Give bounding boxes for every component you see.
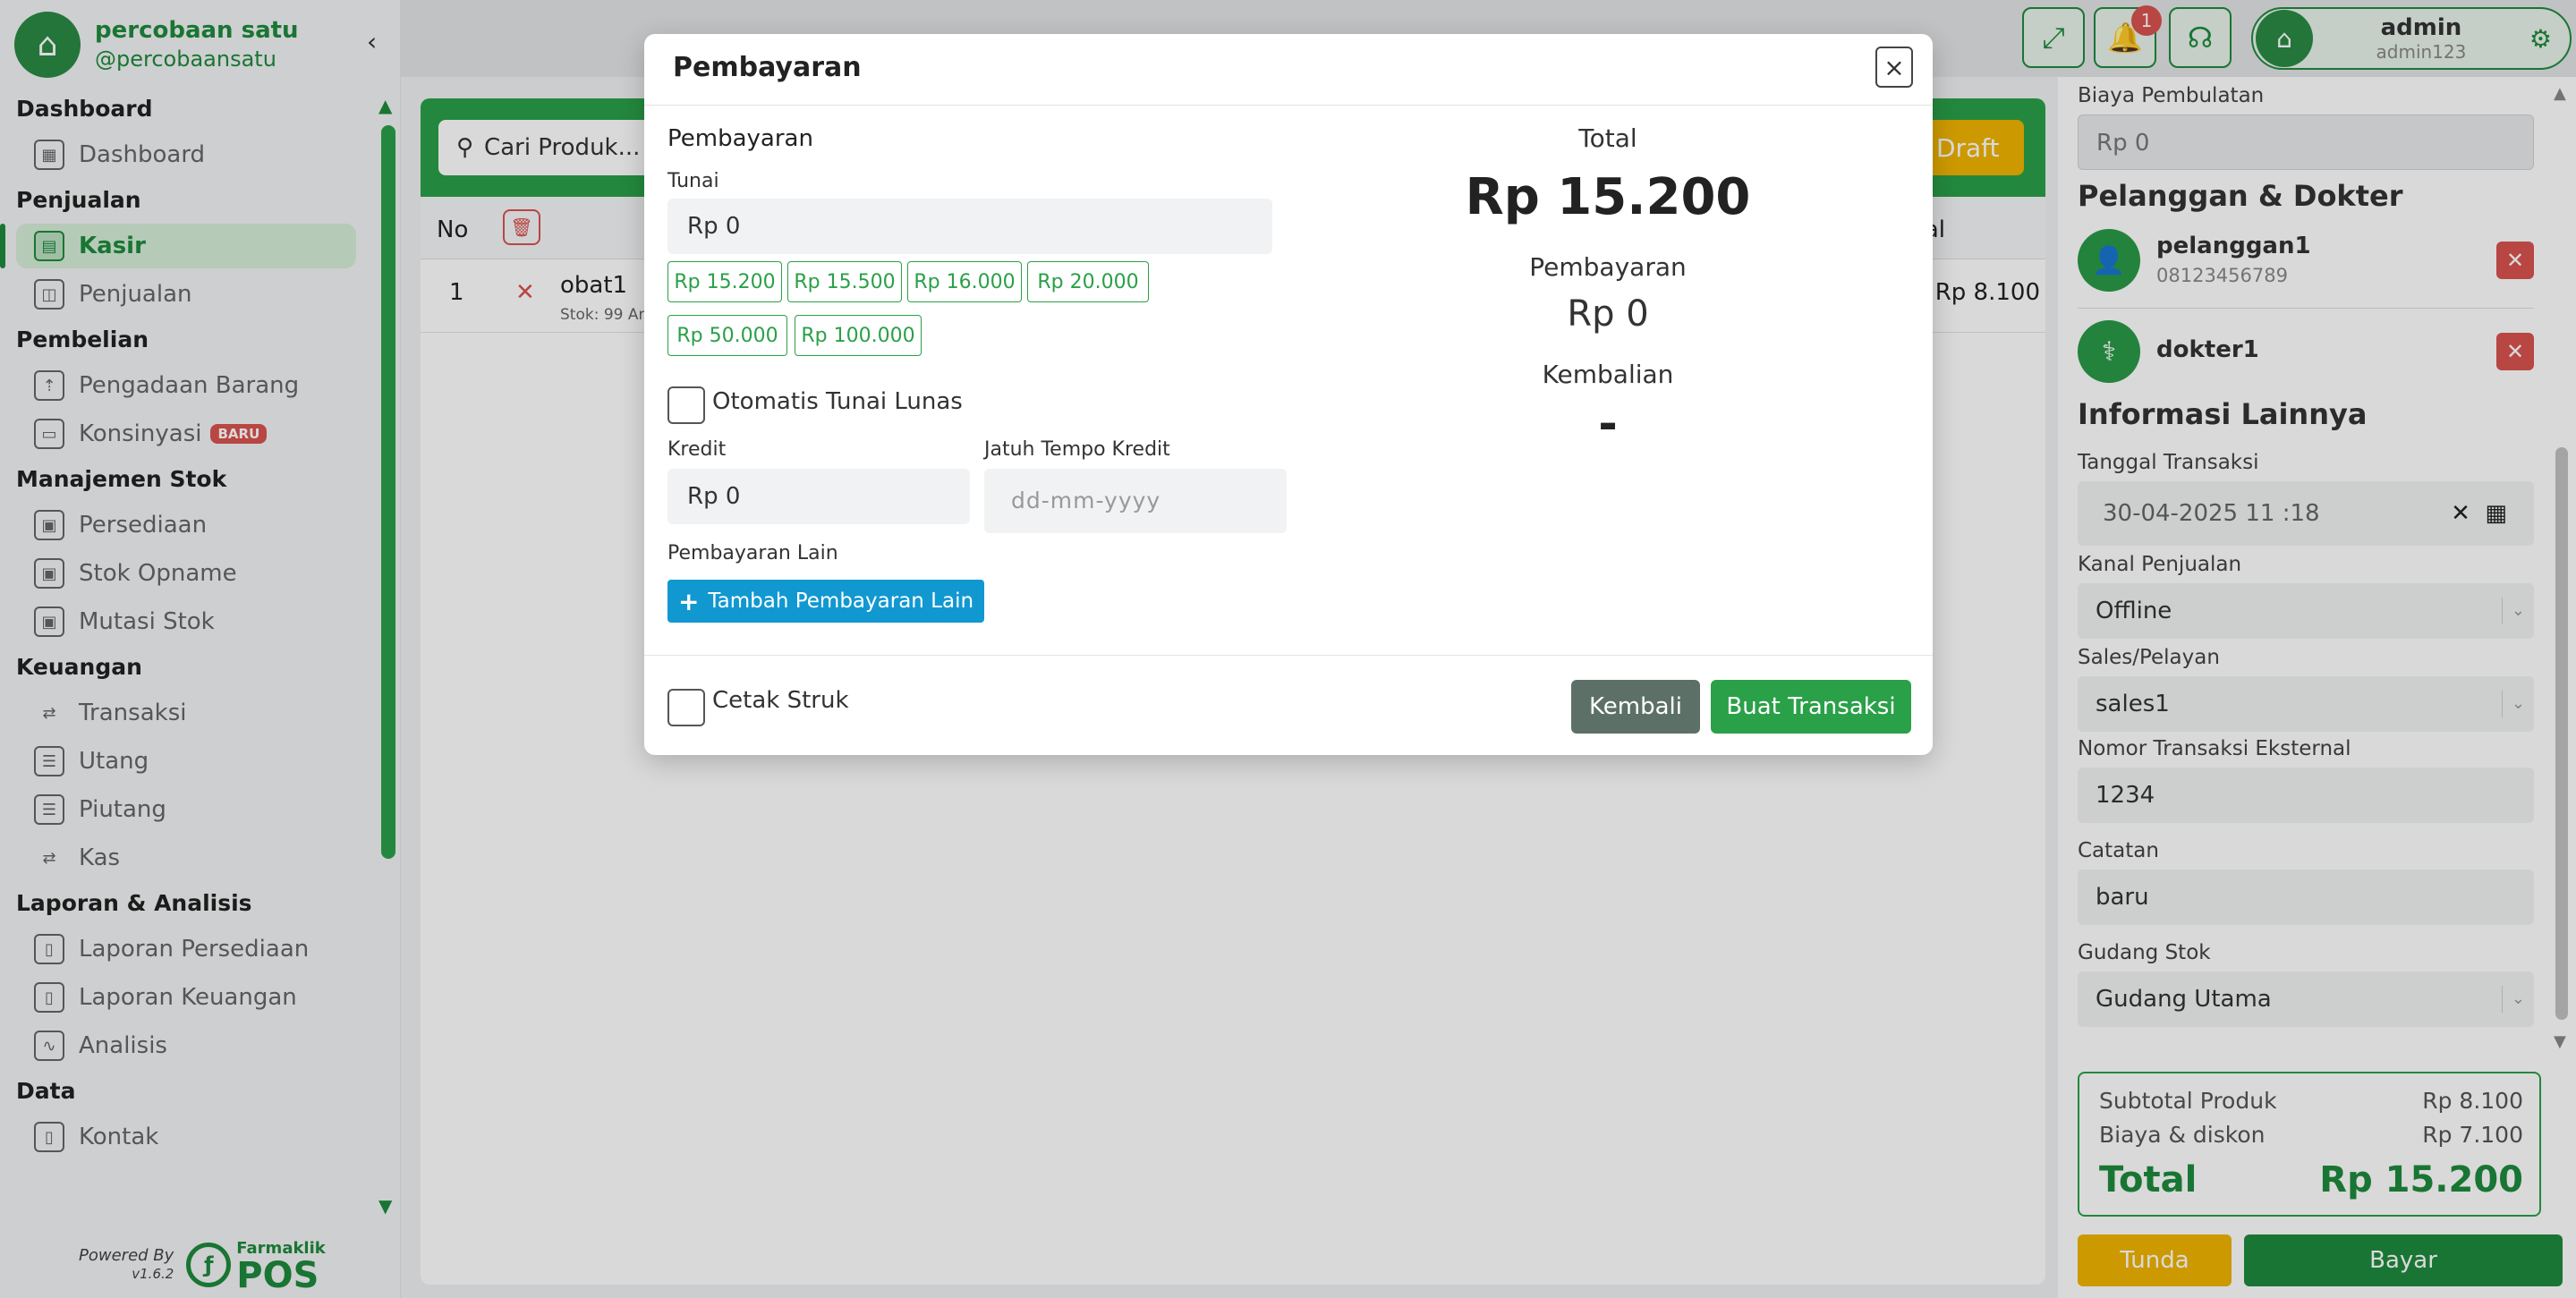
cetak-struk-label: Cetak Struk <box>712 687 849 714</box>
tunai-label: Tunai <box>667 170 719 192</box>
modal-title: Pembayaran <box>673 52 862 83</box>
summary-kembalian-value: - <box>1598 397 1618 451</box>
quick-amount-button[interactable]: Rp 50.000 <box>667 315 787 356</box>
tunai-input[interactable]: Rp 0 <box>667 199 1272 254</box>
otomatis-tunai-checkbox[interactable] <box>667 386 705 424</box>
summary-pembayaran-value: Rp 0 <box>1567 293 1649 335</box>
payment-section-title: Pembayaran <box>667 125 813 152</box>
jatuh-tempo-date-input[interactable]: dd-mm-yyyy <box>984 469 1287 533</box>
modal-header: Pembayaran × <box>644 34 1933 106</box>
cetak-struk-checkbox[interactable] <box>667 689 705 726</box>
kembali-button[interactable]: Kembali <box>1571 680 1700 734</box>
tambah-pembayaran-lain-button[interactable]: + Tambah Pembayaran Lain <box>667 580 984 623</box>
quick-amount-button[interactable]: Rp 100.000 <box>795 315 922 356</box>
quick-amount-button[interactable]: Rp 20.000 <box>1027 261 1149 302</box>
kredit-label: Kredit <box>667 438 727 461</box>
summary-pembayaran-label: Pembayaran <box>1529 252 1687 282</box>
plus-icon: + <box>677 586 700 616</box>
pembayaran-lain-label: Pembayaran Lain <box>667 542 838 564</box>
summary-total-label: Total <box>1578 123 1637 153</box>
quick-amount-button[interactable]: Rp 16.000 <box>907 261 1022 302</box>
quick-amount-button[interactable]: Rp 15.500 <box>787 261 902 302</box>
otomatis-tunai-label: Otomatis Tunai Lunas <box>712 388 963 415</box>
quick-amount-button[interactable]: Rp 15.200 <box>667 261 782 302</box>
payment-modal: Pembayaran × Pembayaran Tunai Rp 0 Rp 15… <box>644 34 1933 755</box>
kredit-input[interactable]: Rp 0 <box>667 469 970 524</box>
summary-total-value: Rp 15.200 <box>1465 168 1751 226</box>
close-icon: × <box>1883 52 1905 82</box>
close-button[interactable]: × <box>1875 47 1913 88</box>
buat-transaksi-button[interactable]: Buat Transaksi <box>1711 680 1911 734</box>
jatuh-tempo-label: Jatuh Tempo Kredit <box>984 438 1170 461</box>
summary-kembalian-label: Kembalian <box>1542 360 1674 389</box>
